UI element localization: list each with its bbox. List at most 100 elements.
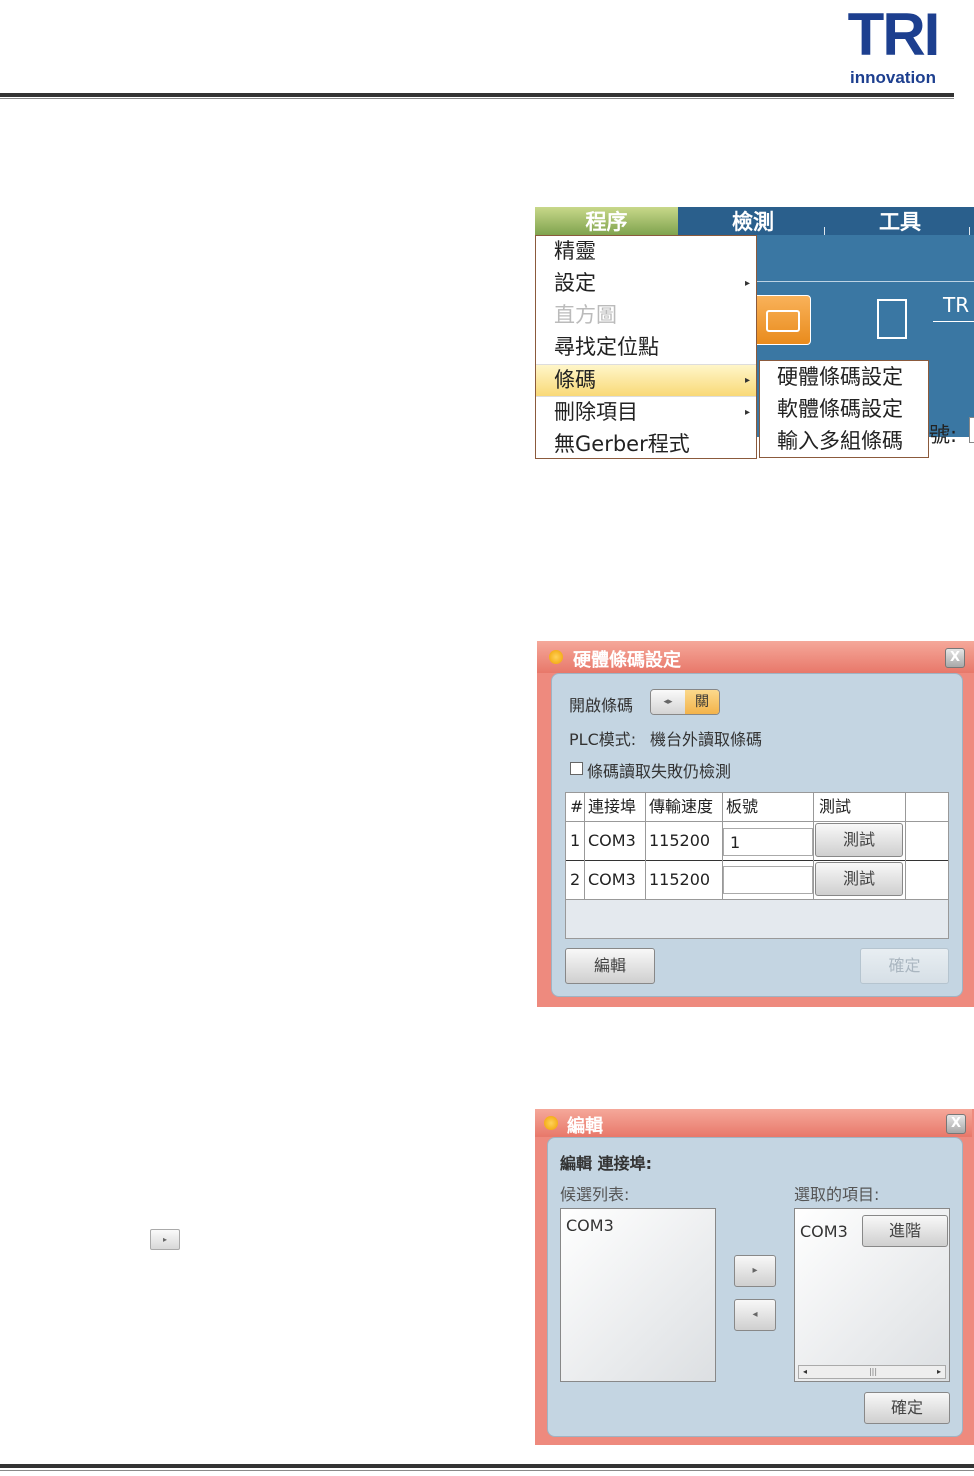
continue-on-fail-checkbox[interactable] <box>570 762 583 775</box>
board-number-input[interactable] <box>969 417 974 443</box>
menu-item-wizard[interactable]: 精靈 <box>536 236 756 267</box>
logo-main-text: TRI <box>847 1 941 68</box>
menu-item-label: 精靈 <box>554 239 596 263</box>
cell-baud: 115200 <box>649 831 711 850</box>
table-empty-area <box>566 899 948 938</box>
edit-port-dialog: 編輯 X 編輯 連接埠: 候選列表: 選取的項目: COM3 ▸ ◂ COM3 … <box>535 1109 974 1445</box>
menu-item-label: 設定 <box>554 271 596 295</box>
table-gridline <box>905 793 906 899</box>
menubar-tab-program[interactable]: 程序 <box>535 207 678 235</box>
edit-button[interactable]: 編輯 <box>565 948 655 984</box>
port-table: # 連接埠 傳輸速度 板號 測試 1 COM3 115200 1 測試 2 CO… <box>565 792 949 939</box>
edit-heading: 編輯 連接埠: <box>560 1154 652 1173</box>
menu-item-label: 直方圖 <box>554 303 617 327</box>
menu-item-delete[interactable]: 刪除項目 ▸ <box>536 397 756 428</box>
menubar-tab-tools[interactable]: 工具 <box>833 207 967 235</box>
menu-screenshot: 程序 檢測 工具 TR 號: 精靈 設定 ▸ 直方圖 尋找定位點 條碼 ▸ 刪除項目… <box>535 207 974 460</box>
list-item[interactable]: COM3 <box>566 1216 614 1235</box>
menu-item-histogram: 直方圖 <box>536 300 756 331</box>
hardware-barcode-dialog: 硬體條碼設定 X 開啟條碼 ◂▸ 關 PLC模式: 機台外讀取條碼 條碼讀取失敗… <box>537 641 974 1007</box>
app-divider <box>753 281 974 282</box>
submenu-software-barcode[interactable]: 軟體條碼設定 <box>760 393 928 425</box>
table-gridline <box>584 793 585 899</box>
test-button[interactable]: 測試 <box>815 862 903 896</box>
cell-port: COM3 <box>588 870 636 889</box>
column-header: 測試 <box>819 797 852 816</box>
scroll-left-icon[interactable]: ◂ <box>799 1366 811 1378</box>
menubar-tab-inspect[interactable]: 檢測 <box>685 207 821 235</box>
menu-item-barcode[interactable]: 條碼 ▸ <box>536 365 756 396</box>
column-header: 連接埠 <box>588 797 637 816</box>
barcode-submenu: 硬體條碼設定 軟體條碼設定 輸入多組條碼 <box>759 360 929 458</box>
menu-item-settings[interactable]: 設定 ▸ <box>536 268 756 299</box>
close-icon[interactable]: X <box>946 1114 966 1134</box>
footer-rule-thin <box>0 1470 974 1471</box>
pcb-icon[interactable] <box>877 299 907 339</box>
toggle-state: 關 <box>685 690 719 714</box>
cell-baud: 115200 <box>649 870 711 889</box>
header-rule <box>0 93 954 97</box>
dialog-title: 硬體條碼設定 <box>573 650 681 671</box>
selected-list[interactable]: COM3 進階 ◂ ||| ▸ <box>794 1208 950 1382</box>
menu-item-find-fiducial[interactable]: 尋找定位點 <box>536 332 756 363</box>
submenu-hardware-barcode[interactable]: 硬體條碼設定 <box>760 361 928 393</box>
menu-item-label: 條碼 <box>554 368 596 392</box>
logo-sub-text: innovation <box>850 68 936 87</box>
submenu-arrow-icon: ▸ <box>744 407 750 418</box>
column-header: 傳輸速度 <box>649 797 714 816</box>
plc-mode-value: 機台外讀取條碼 <box>650 730 763 749</box>
table-gridline <box>566 899 948 900</box>
table-gridline <box>722 793 723 899</box>
app-label-underline <box>933 321 974 322</box>
table-gridline <box>566 860 948 861</box>
board-number-label: 號: <box>929 423 958 447</box>
home-board-icon[interactable] <box>753 295 811 345</box>
horizontal-scrollbar[interactable]: ◂ ||| ▸ <box>798 1365 946 1379</box>
menubar: 程序 檢測 工具 <box>535 207 974 237</box>
enable-barcode-toggle[interactable]: ◂▸ 關 <box>650 689 720 715</box>
continue-on-fail-label: 條碼讀取失敗仍檢測 <box>587 762 732 781</box>
enable-barcode-label: 開啟條碼 <box>569 696 634 715</box>
advanced-button[interactable]: 進階 <box>862 1215 948 1247</box>
dialog-title: 編輯 <box>567 1116 603 1137</box>
toggle-knob-icon: ◂▸ <box>651 690 685 714</box>
column-header: # <box>570 797 584 816</box>
move-left-button[interactable]: ◂ <box>734 1299 776 1331</box>
submenu-arrow-icon: ▸ <box>744 375 750 386</box>
ok-button: 確定 <box>860 948 949 984</box>
tri-logo: TRI innovation <box>834 4 952 88</box>
board-number-input[interactable]: 1 <box>723 828 813 856</box>
candidates-list[interactable]: COM3 <box>560 1208 716 1382</box>
close-icon[interactable]: X <box>945 648 965 668</box>
menu-item-no-gerber[interactable]: 無Gerber程式 <box>536 429 756 460</box>
ok-button[interactable]: 確定 <box>864 1392 950 1424</box>
status-dot-icon <box>544 1116 558 1130</box>
plc-mode-label: PLC模式: <box>569 730 637 749</box>
menu-item-label: 無Gerber程式 <box>554 432 690 456</box>
scroll-right-icon[interactable]: ▸ <box>933 1366 945 1378</box>
menu-item-label: 尋找定位點 <box>554 335 659 359</box>
cell-index: 2 <box>570 870 581 889</box>
header-rule-thin <box>0 98 954 99</box>
table-gridline <box>645 793 646 899</box>
test-button[interactable]: 測試 <box>815 823 903 857</box>
cell-port: COM3 <box>588 831 636 850</box>
table-gridline <box>566 821 948 822</box>
cell-index: 1 <box>570 831 581 850</box>
menu-item-label: 刪除項目 <box>554 400 638 424</box>
column-header: 板號 <box>726 797 759 816</box>
program-dropdown-menu: 精靈 設定 ▸ 直方圖 尋找定位點 條碼 ▸ 刪除項目 ▸ 無Gerber程式 <box>535 235 757 459</box>
move-right-button[interactable]: ▸ <box>734 1255 776 1287</box>
candidates-label: 候選列表: <box>560 1185 630 1204</box>
footer-rule <box>0 1464 974 1468</box>
selected-label: 選取的項目: <box>794 1185 880 1204</box>
board-number-input[interactable] <box>723 866 813 894</box>
app-label-tr: TR <box>943 293 970 317</box>
status-dot-icon <box>549 650 563 664</box>
table-gridline <box>813 793 814 899</box>
scroll-thumb[interactable]: ||| <box>865 1366 881 1378</box>
move-right-icon: ▸ <box>150 1229 180 1250</box>
submenu-arrow-icon: ▸ <box>744 278 750 289</box>
list-item[interactable]: COM3 <box>800 1222 848 1241</box>
submenu-multi-barcode[interactable]: 輸入多組條碼 <box>760 425 928 457</box>
